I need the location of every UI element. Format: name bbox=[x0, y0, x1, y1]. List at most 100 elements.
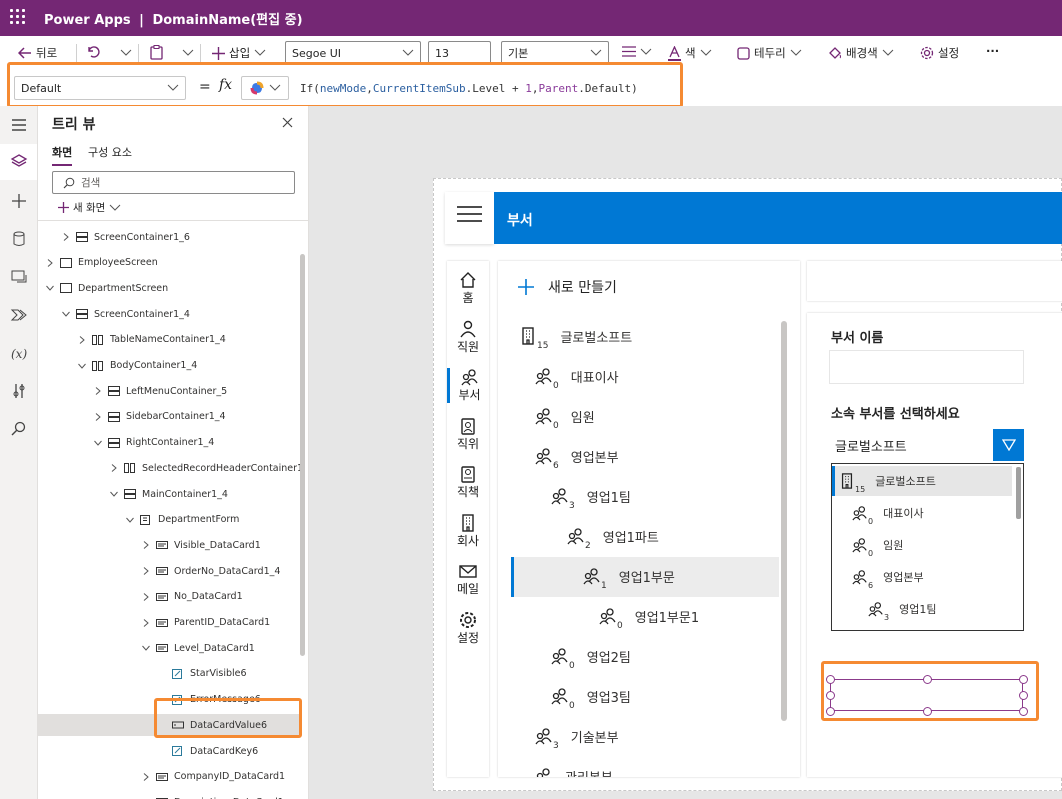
tree-node[interactable]: EmployeeScreen bbox=[46, 252, 158, 274]
undo-menu-chevron-icon[interactable] bbox=[120, 49, 132, 57]
dropdown-option[interactable]: 15 글로벌소프트 bbox=[832, 466, 1012, 496]
tree-scrollbar[interactable] bbox=[300, 254, 305, 656]
menu-item-mail[interactable]: 메일 bbox=[447, 562, 489, 597]
tree-node[interactable]: Level_DataCard1 bbox=[142, 637, 255, 659]
chevron-right-icon[interactable] bbox=[78, 335, 86, 344]
list-scrollbar[interactable] bbox=[781, 321, 787, 721]
tree-node[interactable]: DepartmentScreen bbox=[46, 277, 168, 299]
media-icon[interactable] bbox=[10, 268, 28, 286]
tools-icon[interactable] bbox=[10, 382, 28, 400]
chevron-right-icon[interactable] bbox=[142, 541, 150, 550]
paste-button[interactable] bbox=[150, 45, 163, 60]
tree-node[interactable]: OrderNo_DataCard1_4 bbox=[142, 560, 280, 582]
dropdown-option[interactable]: 3 영업1팀 bbox=[868, 594, 936, 624]
tree-search-input[interactable]: 검색 bbox=[52, 171, 295, 194]
list-item[interactable]: 0 영업3팀 bbox=[551, 687, 631, 711]
tree-node[interactable]: ParentID_DataCard1 bbox=[142, 612, 270, 634]
data-icon[interactable] bbox=[10, 230, 28, 248]
undo-button[interactable] bbox=[86, 45, 100, 59]
list-item[interactable]: 2 영업1파트 bbox=[567, 527, 659, 551]
tree-node[interactable]: ScreenContainer1_6 bbox=[62, 226, 190, 248]
name-input[interactable] bbox=[829, 350, 1024, 384]
chevron-right-icon[interactable] bbox=[94, 387, 102, 396]
chevron-right-icon[interactable] bbox=[94, 413, 102, 421]
power-automate-icon[interactable] bbox=[10, 306, 28, 324]
chevron-right-icon[interactable] bbox=[46, 258, 54, 267]
tree-node[interactable]: Description_DataCard1 bbox=[142, 791, 284, 799]
tree-node[interactable]: LeftMenuContainer_5 bbox=[94, 380, 227, 402]
dropdown-option[interactable]: 6 영업본부 bbox=[852, 562, 924, 592]
chevron-down-icon[interactable] bbox=[94, 439, 102, 447]
new-record-button[interactable]: 새로 만들기 bbox=[518, 277, 617, 297]
chevron-down-icon[interactable] bbox=[142, 644, 150, 652]
menu-item-building[interactable]: 회사 bbox=[447, 513, 489, 549]
menu-item-people[interactable]: 부서 bbox=[447, 368, 489, 403]
back-button[interactable]: 뒤로 bbox=[18, 45, 57, 61]
list-item[interactable]: 0 영업1부문1 bbox=[599, 607, 699, 631]
new-screen-button[interactable]: 새 화면 bbox=[58, 200, 121, 215]
close-icon[interactable] bbox=[282, 117, 293, 128]
tree-node[interactable]: SidebarContainer1_4 bbox=[94, 406, 226, 428]
align-button[interactable] bbox=[622, 46, 652, 57]
hamburger-icon[interactable] bbox=[10, 116, 28, 134]
tree-node[interactable]: StarVisible6 bbox=[158, 663, 247, 685]
chevron-down-icon[interactable] bbox=[110, 490, 118, 498]
border-button[interactable]: 테두리 bbox=[737, 45, 802, 61]
paste-menu-chevron-icon[interactable] bbox=[182, 49, 194, 57]
list-item[interactable]: 0 영업2팀 bbox=[551, 647, 631, 671]
chevron-down-icon[interactable] bbox=[126, 516, 134, 524]
menu-item-idcard[interactable]: 직책 bbox=[447, 465, 489, 500]
list-item[interactable]: 6 영업본부 bbox=[535, 447, 619, 471]
chevron-right-icon[interactable] bbox=[110, 464, 118, 473]
insert-plus-icon[interactable] bbox=[10, 192, 28, 210]
dropdown-scrollbar[interactable] bbox=[1016, 467, 1021, 519]
variables-icon[interactable]: (x) bbox=[10, 344, 28, 362]
menu-item-person[interactable]: 직원 bbox=[447, 320, 489, 355]
menu-item-home[interactable]: 홈 bbox=[447, 271, 489, 306]
tree-node[interactable]: CompanyID_DataCard1 bbox=[142, 766, 285, 788]
parent-dropdown[interactable]: 글로벌소프트 bbox=[829, 429, 1024, 461]
chevron-down-icon[interactable] bbox=[78, 362, 86, 370]
chevron-down-icon[interactable] bbox=[62, 310, 70, 318]
color-button[interactable]: 색 bbox=[668, 45, 712, 61]
insert-button[interactable]: 삽입 bbox=[212, 45, 266, 61]
chevron-right-icon[interactable] bbox=[142, 592, 150, 601]
list-item[interactable]: 0 대표이사 bbox=[535, 367, 619, 391]
tab-screens[interactable]: 화면 bbox=[52, 144, 73, 166]
list-item[interactable]: 0 임원 bbox=[535, 407, 595, 431]
tree-node[interactable]: RightContainer1_4 bbox=[94, 432, 214, 454]
chevron-down-icon bbox=[109, 204, 121, 211]
list-item[interactable]: 15 글로벌소프트 bbox=[519, 327, 632, 351]
chevron-right-icon[interactable] bbox=[142, 567, 150, 575]
menu-toggle-button[interactable] bbox=[445, 192, 494, 244]
fill-button[interactable]: 배경색 bbox=[828, 45, 894, 61]
list-item[interactable]: 관리본부 bbox=[535, 767, 613, 777]
chevron-down-icon[interactable] bbox=[46, 284, 54, 292]
dropdown-toggle[interactable] bbox=[993, 429, 1024, 461]
menu-item-gear[interactable]: 설정 bbox=[447, 611, 489, 646]
tree-node[interactable]: No_DataCard1 bbox=[142, 586, 243, 608]
chevron-right-icon[interactable] bbox=[142, 618, 150, 627]
settings-button[interactable]: 설정 bbox=[920, 45, 959, 61]
menu-item-badge[interactable]: 직위 bbox=[447, 417, 489, 452]
tree-node[interactable]: SelectedRecordHeaderContainer1_4 bbox=[110, 457, 300, 479]
tree-node[interactable]: TableNameContainer1_4 bbox=[78, 329, 226, 351]
layers-icon[interactable] bbox=[10, 152, 28, 170]
search-icon[interactable] bbox=[10, 420, 28, 438]
list-item[interactable]: 3 영업1팀 bbox=[551, 487, 631, 511]
tree-node[interactable]: MainContainer1_4 bbox=[110, 483, 228, 505]
chevron-right-icon[interactable] bbox=[142, 772, 150, 781]
tree-node[interactable]: Visible_DataCard1 bbox=[142, 534, 261, 556]
tree-node[interactable]: DataCardKey6 bbox=[158, 740, 258, 762]
tree-node[interactable]: DepartmentForm bbox=[126, 509, 239, 531]
tab-components[interactable]: 구성 요소 bbox=[88, 144, 132, 160]
tree-node[interactable]: BodyContainer1_4 bbox=[78, 355, 197, 377]
dropdown-option[interactable]: 0 임원 bbox=[852, 530, 903, 560]
list-item[interactable]: 1 영업1부문 bbox=[511, 557, 779, 597]
list-item[interactable]: 3 기술본부 bbox=[535, 727, 619, 751]
app-launcher-icon[interactable] bbox=[10, 9, 26, 25]
more-commands-button[interactable]: ··· bbox=[986, 44, 999, 58]
dropdown-option[interactable]: 0 대표이사 bbox=[852, 498, 924, 528]
tree-node[interactable]: ScreenContainer1_4 bbox=[62, 303, 190, 325]
chevron-right-icon[interactable] bbox=[62, 233, 70, 241]
